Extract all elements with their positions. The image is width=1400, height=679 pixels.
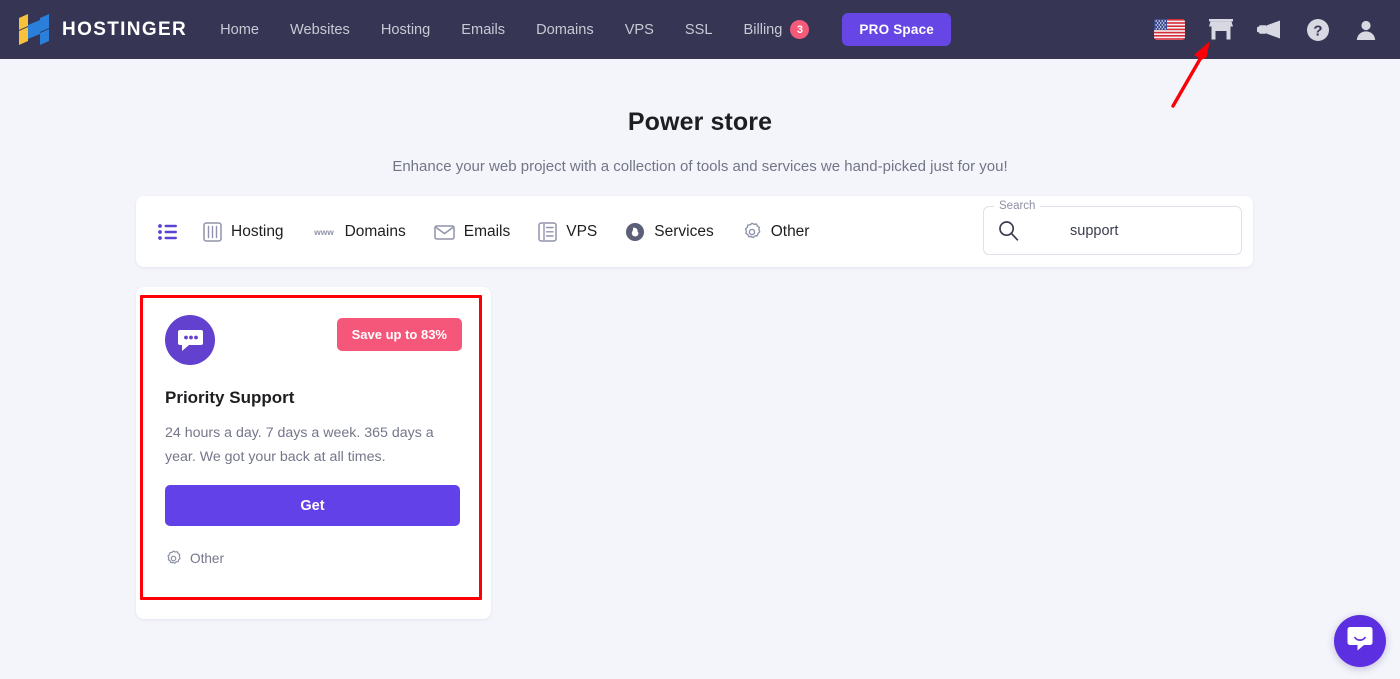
card-category-tag: Other	[165, 550, 224, 567]
list-view-icon[interactable]	[158, 223, 177, 240]
nav-item-billing[interactable]: Billing 3	[743, 14, 810, 45]
nav-label: Home	[220, 21, 260, 38]
filter-label: Hosting	[231, 222, 284, 240]
intercom-chat-button[interactable]	[1334, 615, 1386, 667]
nav-label: SSL	[684, 21, 713, 38]
brand-name: HOSTINGER	[62, 18, 188, 40]
search-field[interactable]: Search support	[983, 198, 1242, 255]
search-icon	[998, 220, 1019, 246]
chat-bubble-icon	[165, 315, 215, 365]
filter-item-services[interactable]: Services	[625, 222, 714, 242]
svg-text:?: ?	[1313, 22, 1322, 39]
nav-label: Emails	[461, 21, 506, 38]
filter-label: VPS	[566, 222, 598, 240]
card-title: Priority Support	[165, 388, 295, 407]
search-input[interactable]: support	[1070, 206, 1118, 255]
nav-label: Billing	[743, 21, 783, 38]
hostinger-h-logo-icon	[19, 14, 49, 45]
page-title: Power store	[627, 108, 773, 136]
account-icon[interactable]	[1354, 18, 1378, 42]
nav-label: Websites	[290, 21, 350, 38]
nav-label: Hosting	[380, 21, 431, 38]
pro-space-button[interactable]: PRO Space	[842, 13, 952, 46]
filter-item-emails[interactable]: Emails	[433, 222, 511, 242]
nav-item-ssl[interactable]: SSL	[685, 16, 713, 44]
billing-badge: 3	[790, 20, 810, 39]
nav-item-vps[interactable]: VPS	[625, 16, 654, 44]
filter-item-other[interactable]: Other	[742, 222, 810, 242]
nav-item-domains[interactable]: Domains	[536, 16, 594, 44]
svg-text:www: www	[313, 227, 334, 237]
filter-label: Emails	[463, 222, 511, 240]
store-icon[interactable]	[1209, 18, 1233, 41]
nav-right-icons: ?	[1154, 0, 1378, 59]
filter-item-domains[interactable]: www Domains	[312, 222, 406, 242]
nav-label: VPS	[624, 21, 654, 38]
top-navigation-bar: HOSTINGER Home Websites Hosting Emails D…	[0, 0, 1400, 59]
server-icon	[203, 221, 222, 242]
nav-item-home[interactable]: Home	[220, 16, 259, 44]
nav-label: Domains	[536, 21, 594, 38]
discount-badge: Save up to 83%	[336, 318, 462, 351]
services-badge-icon	[625, 222, 645, 242]
nav-item-hosting[interactable]: Hosting	[381, 16, 430, 44]
search-label: Search	[994, 198, 1041, 214]
us-flag-icon[interactable]	[1154, 19, 1185, 40]
primary-nav-links: Home Websites Hosting Emails Domains VPS…	[220, 13, 952, 46]
vps-server-icon	[538, 221, 557, 242]
card-tag-label: Other	[190, 551, 224, 566]
card-description: 24 hours a day. 7 days a week. 365 days …	[165, 425, 434, 465]
nav-item-websites[interactable]: Websites	[290, 16, 350, 44]
help-icon[interactable]: ?	[1306, 18, 1330, 42]
www-icon: www	[312, 222, 336, 242]
megaphone-icon[interactable]	[1257, 19, 1282, 40]
filter-label: Other	[770, 222, 810, 240]
filter-bar: Hosting www Domains Emails VPS Services …	[136, 196, 1253, 267]
nav-item-emails[interactable]: Emails	[461, 16, 505, 44]
envelope-icon	[433, 222, 455, 242]
card-header: Save up to 83%	[165, 315, 462, 365]
brand-logo-link[interactable]: HOSTINGER	[19, 14, 187, 45]
page-subtitle: Enhance your web project with a collecti…	[392, 158, 1008, 175]
page-root: HOSTINGER Home Websites Hosting Emails D…	[0, 0, 1400, 679]
filter-item-hosting[interactable]: Hosting	[203, 221, 284, 242]
gear-icon	[165, 550, 182, 567]
card-content: Save up to 83% Priority Support 24 hours…	[136, 287, 491, 619]
product-card-priority-support[interactable]: Save up to 83% Priority Support 24 hours…	[136, 287, 491, 619]
filter-label: Domains	[344, 222, 406, 240]
gear-icon	[742, 222, 762, 242]
intercom-chat-icon	[1346, 625, 1374, 657]
filter-label: Services	[654, 222, 714, 240]
filter-item-vps[interactable]: VPS	[538, 221, 598, 242]
get-button[interactable]: Get	[165, 485, 460, 526]
category-filters: Hosting www Domains Emails VPS Services …	[136, 221, 837, 242]
